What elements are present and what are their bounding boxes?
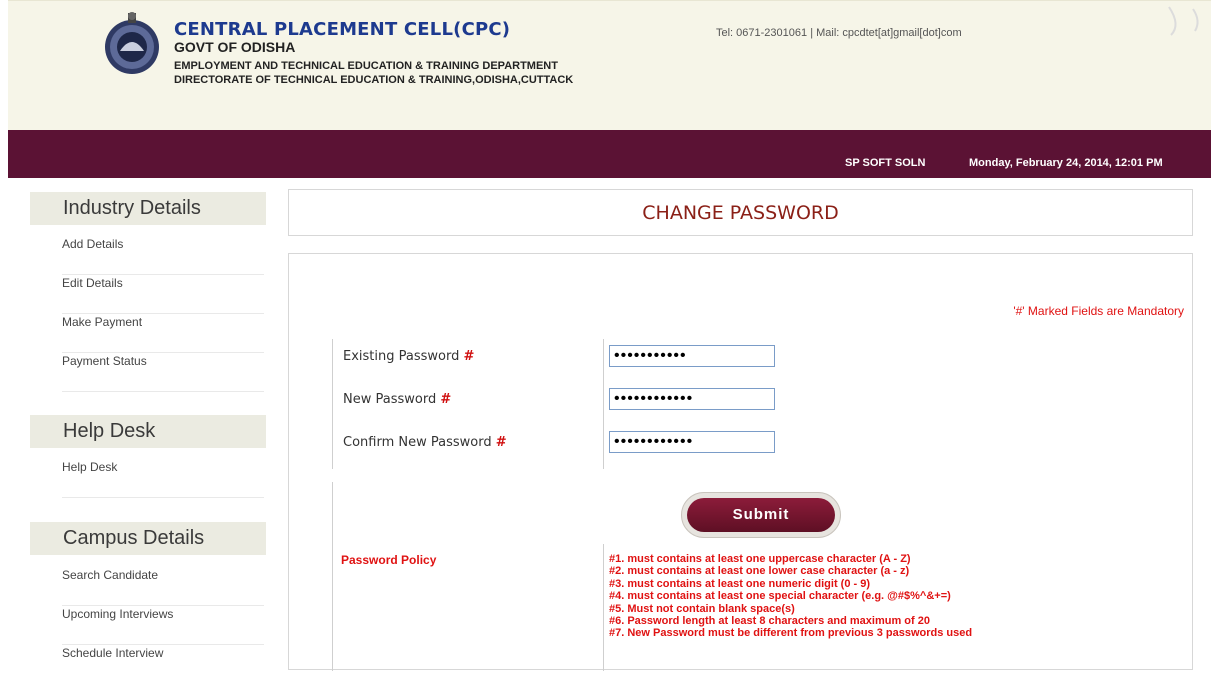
watermark-mark [1168,6,1199,36]
sidebar-item-add-details[interactable]: Add Details [62,237,264,275]
existing-password-label: Existing Password # [343,349,474,364]
site-header: CENTRAL PLACEMENT CELL(CPC) GOVT OF ODIS… [8,0,1211,130]
govt-name: GOVT OF ODISHA [174,39,296,55]
policy-rule: #2. must contains at least one lower cas… [609,565,910,578]
contact-info: Tel: 0671-2301061 | Mail: cpcdtet[at]gma… [716,27,962,39]
top-banner: SP SOFT SOLN Monday, February 24, 2014, … [8,130,1211,178]
form-divider-mid [603,339,604,469]
sidebar-item-schedule-interview[interactable]: Schedule Interview [62,646,264,675]
department-name: EMPLOYMENT AND TECHNICAL EDUCATION & TRA… [174,60,558,72]
policy-rule: #1. must contains at least one uppercase… [609,553,911,565]
sidebar-section-campus-details: Campus Details [30,522,266,555]
page-title: CHANGE PASSWORD [642,202,839,224]
submit-button-frame[interactable]: Submit [681,492,841,538]
submit-button[interactable]: Submit [687,498,835,532]
sidebar-item-upcoming-interviews[interactable]: Upcoming Interviews [62,607,264,645]
policy-divider-mid [603,544,604,671]
page-title-box: CHANGE PASSWORD [288,189,1193,236]
password-policy-rules: #1. must contains at least one uppercase… [609,553,972,640]
sidebar-section-help-desk: Help Desk [30,415,266,448]
password-policy-label: Password Policy [341,553,437,567]
sidebar-item-edit-details[interactable]: Edit Details [62,276,264,314]
confirm-password-label: Confirm New Password # [343,435,507,450]
confirm-password-label-text: Confirm New Password [343,435,492,450]
policy-rule: #5. Must not contain blank space(s) [609,602,795,615]
sidebar: Industry Details Add Details Edit Detail… [30,178,266,675]
required-mark: # [495,435,507,450]
sidebar-item-help-desk[interactable]: Help Desk [62,460,264,498]
policy-rule: #4. must contains at least one special c… [609,590,951,603]
new-password-label-text: New Password [343,392,437,407]
existing-password-label-text: Existing Password [343,349,460,364]
required-mark: # [440,392,452,407]
new-password-input[interactable]: •••••••••••• [609,388,775,410]
policy-divider-left [332,482,333,671]
required-mark: # [463,349,475,364]
policy-rule: #7. New Password must be different from … [609,627,973,640]
policy-rule: #6. Password length at least 8 character… [609,615,930,628]
sidebar-item-make-payment[interactable]: Make Payment [62,315,264,353]
company-name: SP SOFT SOLN [845,157,926,169]
policy-rule: #3. must contains at least one numeric d… [609,577,871,590]
confirm-password-input[interactable]: •••••••••••• [609,431,775,453]
existing-password-input[interactable]: ••••••••••• [609,345,775,367]
form-divider-left [332,339,333,469]
current-datetime: Monday, February 24, 2014, 12:01 PM [969,157,1163,169]
site-title: CENTRAL PLACEMENT CELL(CPC) [174,19,511,40]
mandatory-note: '#' Marked Fields are Mandatory [1013,304,1184,318]
change-password-form: '#' Marked Fields are Mandatory Existing… [288,253,1193,671]
sidebar-section-industry-details: Industry Details [30,192,266,225]
sidebar-item-search-candidate[interactable]: Search Candidate [62,568,264,606]
odisha-emblem-logo [105,12,159,74]
new-password-label: New Password # [343,392,451,407]
directorate-name: DIRECTORATE OF TECHNICAL EDUCATION & TRA… [174,74,574,86]
sidebar-item-payment-status[interactable]: Payment Status [62,354,264,392]
